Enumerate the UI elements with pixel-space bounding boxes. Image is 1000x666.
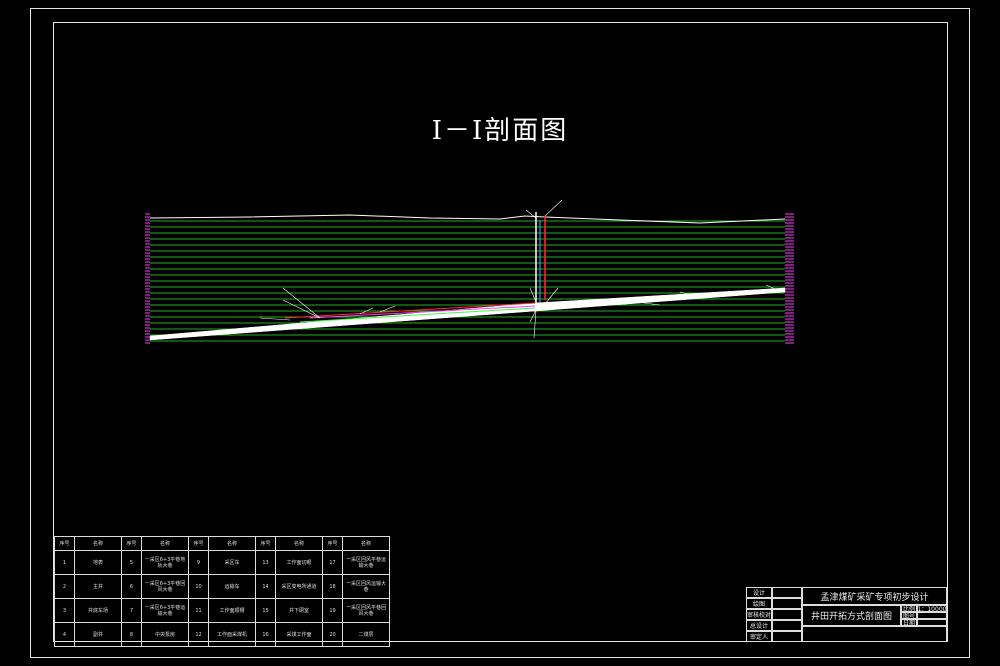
legend-cell: 2 (54, 574, 75, 599)
legend-cell: 一采区回风平巷回风大巷 (342, 598, 390, 623)
tb-blank (917, 612, 947, 619)
tb-label: 总设计 (746, 620, 772, 631)
legend-cell: 12 (188, 622, 209, 647)
legend-cell: 11 (188, 598, 209, 623)
legend-cell: 9 (188, 550, 209, 575)
legend-cell: 一采区6+3平巷地轨大巷 (141, 550, 189, 575)
legend-header: 序号 (54, 536, 75, 551)
legend-cell: 13 (255, 550, 276, 575)
scale-value: 1：10000 (917, 605, 947, 612)
legend-cell: 1 (54, 550, 75, 575)
legend-cell: 7 (121, 598, 142, 623)
tb-blank (772, 587, 802, 598)
legend-cell: 工作面切眼 (275, 550, 323, 575)
legend-cell: 二煤层 (342, 622, 390, 647)
legend-header: 名称 (208, 536, 256, 551)
legend-cell: 14 (255, 574, 276, 599)
legend-header: 名称 (141, 536, 189, 551)
tb-label: 设计 (746, 587, 772, 598)
legend-cell: 采区变电所通道 (275, 574, 323, 599)
legend-cell: 一采区6+3平巷运输大巷 (141, 598, 189, 623)
legend-row: 2 主井 6 一采区6+3平巷回风大巷 10 运输车 14 采区变电所通道 18 一采区回… (54, 574, 390, 599)
legend-cell: 8 (121, 622, 142, 647)
legend-table: 序号 名称 序号 名称 序号 名称 序号 名称 序号 名称 1 地表 5 一采区6+… (54, 536, 390, 647)
legend-cell: 工作面顺槽 (208, 598, 256, 623)
legend-row: 3 井底车场 7 一采区6+3平巷运输大巷 11 工作面顺槽 15 井下硐室 19 一采区… (54, 598, 390, 623)
project-name: 孟津煤矿采矿专项初步设计 (802, 587, 947, 605)
tb-blank (917, 619, 947, 626)
legend-cell: 10 (188, 574, 209, 599)
legend-header: 名称 (342, 536, 390, 551)
legend-header: 名称 (275, 536, 323, 551)
legend-cell: 副井 (74, 622, 122, 647)
scale-label: 比例 (901, 605, 917, 612)
legend-cell: 中央泵房 (141, 622, 189, 647)
drawing-no-label: 图号 (901, 612, 917, 619)
tb-blank (772, 609, 802, 620)
legend-cell: 20 (322, 622, 343, 647)
legend-cell: 19 (322, 598, 343, 623)
legend-cell: 5 (121, 550, 142, 575)
legend-cell: 工作面采煤机 (208, 622, 256, 647)
legend-cell: 6 (121, 574, 142, 599)
legend-cell: 17 (322, 550, 343, 575)
legend-header: 名称 (74, 536, 122, 551)
legend-header: 序号 (121, 536, 142, 551)
legend-cell: 4 (54, 622, 75, 647)
strata-lines (150, 220, 785, 342)
tb-label: 审核校对 (746, 609, 772, 620)
legend-cell: 井下硐室 (275, 598, 323, 623)
tb-blank (772, 598, 802, 609)
legend-cell: 一采区回风运输大巷 (342, 574, 390, 599)
legend-cell: 一采区回风平巷运输大巷 (342, 550, 390, 575)
legend-cell: 采区车 (208, 550, 256, 575)
legend-header: 序号 (255, 536, 276, 551)
legend-cell: 18 (322, 574, 343, 599)
coal-seam-wedge (149, 287, 786, 341)
legend-row: 1 地表 5 一采区6+3平巷地轨大巷 9 采区车 13 工作面切眼 17 一采区回风平巷… (54, 550, 390, 575)
legend-cell: 一采区6+3平巷回风大巷 (141, 574, 189, 599)
surface-line (149, 214, 786, 224)
legend-cell: 地表 (74, 550, 122, 575)
date-label: 日期 (901, 619, 917, 626)
legend-header: 序号 (322, 536, 343, 551)
tb-label: 绘图 (746, 598, 772, 609)
legend-cell: 主井 (74, 574, 122, 599)
legend-cell: 运输车 (208, 574, 256, 599)
tb-blank (772, 631, 802, 642)
legend-cell: 采煤工作面 (275, 622, 323, 647)
drawing-name: 井田开拓方式剖面图 (802, 605, 901, 626)
legend-cell: 3 (54, 598, 75, 623)
tb-label: 审定人 (746, 631, 772, 642)
legend-row: 4 副井 8 中央泵房 12 工作面采煤机 16 采煤工作面 20 二煤层 (54, 622, 390, 647)
legend-cell: 16 (255, 622, 276, 647)
tb-blank (772, 620, 802, 631)
legend-header: 序号 (188, 536, 209, 551)
title-block: 设计 绘图 审核校对 总设计 审定人 孟津煤矿采矿专项初步设计 井田开拓方式剖面… (746, 587, 947, 642)
tb-blank (802, 626, 947, 642)
legend-cell: 15 (255, 598, 276, 623)
legend-cell: 井底车场 (74, 598, 122, 623)
